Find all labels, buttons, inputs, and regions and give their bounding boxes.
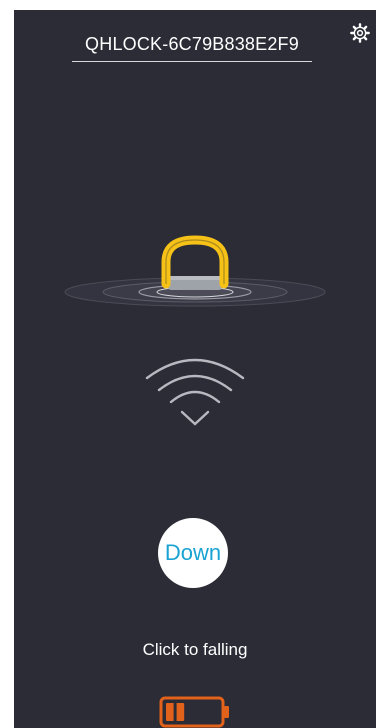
battery-low-icon: [159, 696, 229, 728]
parking-lock-icon: [64, 235, 326, 307]
device-name-title: QHLOCK-6C79B838E2F9: [72, 34, 312, 62]
down-button[interactable]: Down: [158, 518, 228, 588]
gear-icon[interactable]: [349, 22, 371, 44]
down-button-label: Down: [164, 540, 222, 565]
action-hint: Click to falling: [142, 640, 248, 659]
wireless-signal-icon: [145, 358, 245, 426]
app-screen: QHLOCK-6C79B838E2F9 Down Click to fallin…: [14, 10, 376, 728]
